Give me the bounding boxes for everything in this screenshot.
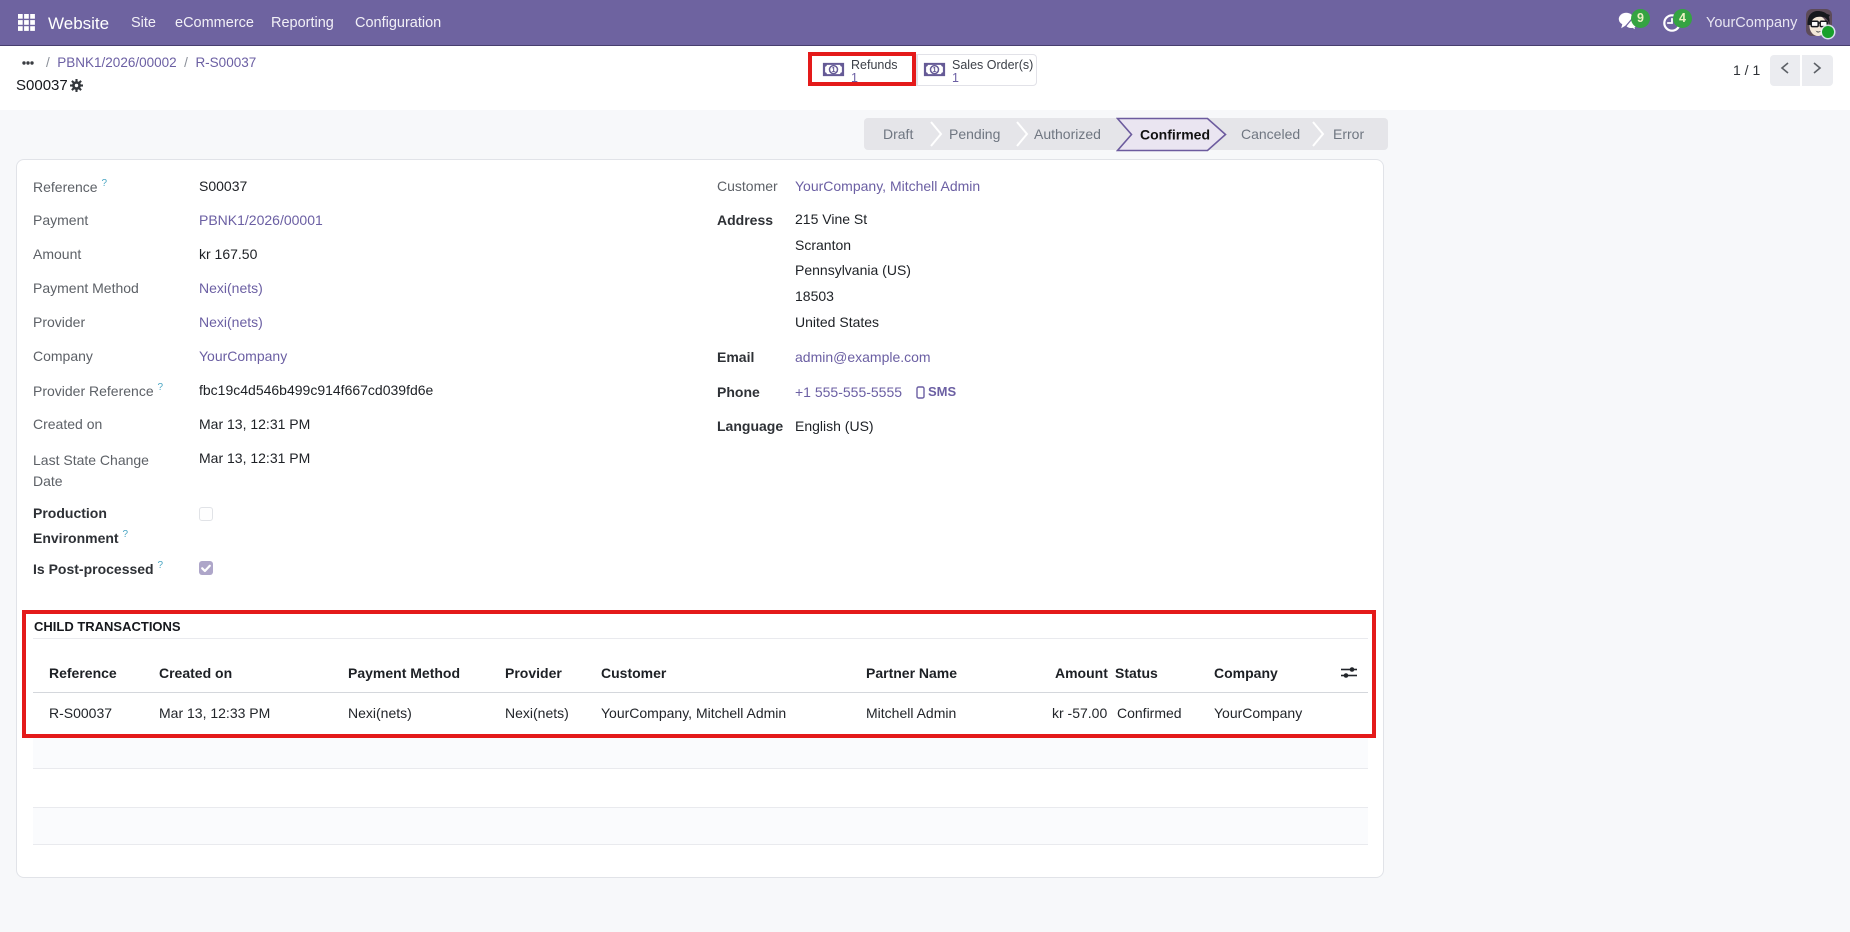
svg-text:1: 1 xyxy=(932,65,936,74)
svg-text:Confirmed: Confirmed xyxy=(1140,127,1210,143)
